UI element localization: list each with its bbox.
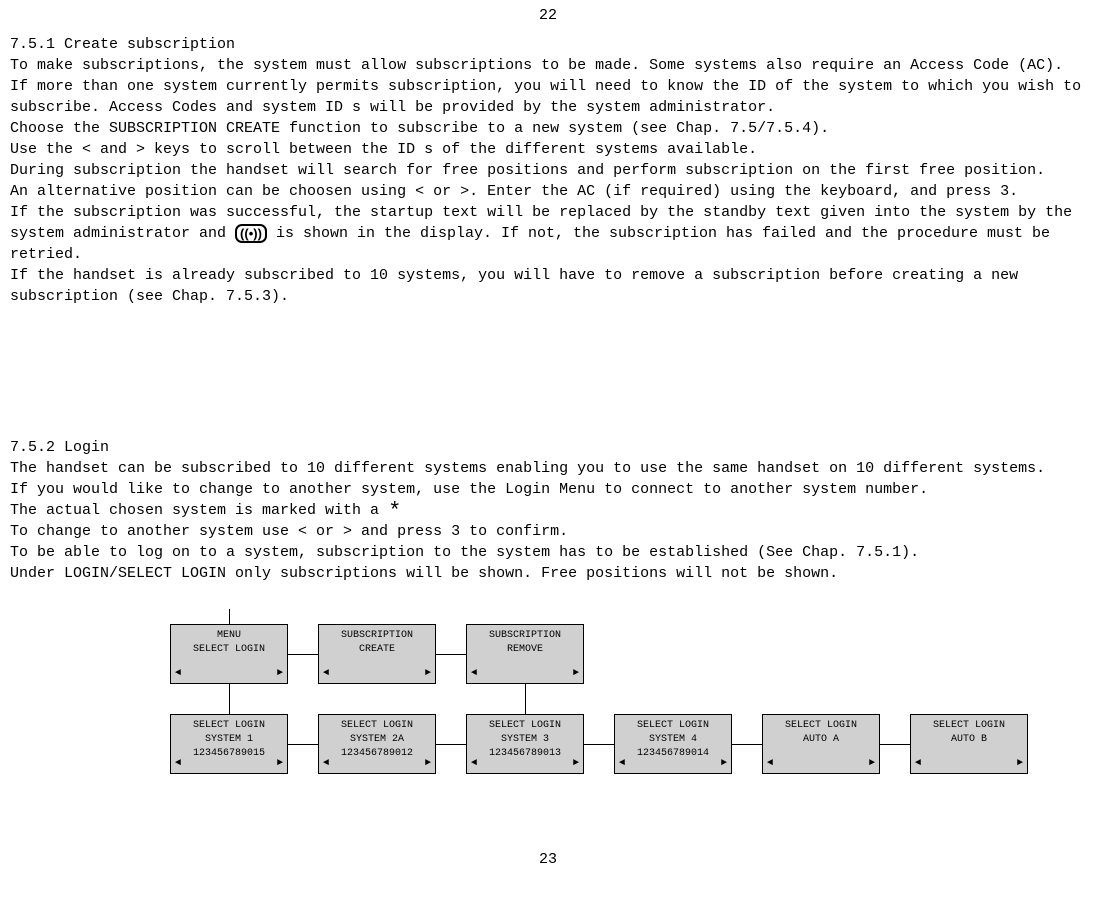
s2-p3a: The actual chosen system is marked with … <box>10 502 388 519</box>
screen-line: SELECT LOGIN <box>467 719 583 733</box>
screen-sys3: SELECT LOGIN SYSTEM 3 123456789013 ◄► <box>466 714 584 774</box>
right-arrow-icon: ► <box>277 667 283 681</box>
screen-sys4: SELECT LOGIN SYSTEM 4 123456789014 ◄► <box>614 714 732 774</box>
screen-line: SELECT LOGIN <box>319 719 435 733</box>
right-arrow-icon: ► <box>1017 757 1023 771</box>
screen-line: CREATE <box>319 643 435 657</box>
s1-p4: During subscription the handset will sea… <box>10 160 1086 181</box>
right-arrow-icon: ► <box>573 667 579 681</box>
s1-p3: Use the < and > keys to scroll between t… <box>10 139 1086 160</box>
left-arrow-icon: ◄ <box>175 757 181 771</box>
screen-line: SELECT LOGIN <box>763 719 879 733</box>
s2-p1: The handset can be subscribed to 10 diff… <box>10 458 1086 479</box>
screen-sys2a: SELECT LOGIN SYSTEM 2A 123456789012 ◄► <box>318 714 436 774</box>
left-arrow-icon: ◄ <box>915 757 921 771</box>
screen-line: SYSTEM 4 <box>615 733 731 747</box>
s1-p5: An alternative position can be choosen u… <box>10 181 1086 202</box>
s1-p6: If the subscription was successful, the … <box>10 202 1086 265</box>
screen-line: SUBSCRIPTION <box>319 629 435 643</box>
page-number-bottom: 23 <box>10 849 1086 870</box>
screen-create: SUBSCRIPTION CREATE ◄ ► <box>318 624 436 684</box>
menu-diagram: MENU SELECT LOGIN ◄ ► SUBSCRIPTION CREATE… <box>170 609 1086 829</box>
left-arrow-icon: ◄ <box>323 667 329 681</box>
screen-line: SELECT LOGIN <box>615 719 731 733</box>
signal-icon: ((•)) <box>235 224 267 243</box>
screen-line: SELECT LOGIN <box>171 719 287 733</box>
page-number-top: 22 <box>10 5 1086 26</box>
s2-p4: To change to another system use < or > a… <box>10 521 1086 542</box>
s2-p3: The actual chosen system is marked with … <box>10 500 1086 521</box>
screen-line: SELECT LOGIN <box>171 643 287 657</box>
left-arrow-icon: ◄ <box>767 757 773 771</box>
section-752-title: 7.5.2 Login <box>10 437 1086 458</box>
s2-p2: If you would like to change to another s… <box>10 479 1086 500</box>
left-arrow-icon: ◄ <box>323 757 329 771</box>
screen-line: MENU <box>171 629 287 643</box>
screen-line: AUTO A <box>763 733 879 747</box>
left-arrow-icon: ◄ <box>471 667 477 681</box>
right-arrow-icon: ► <box>573 757 579 771</box>
screen-line: SYSTEM 2A <box>319 733 435 747</box>
left-arrow-icon: ◄ <box>619 757 625 771</box>
left-arrow-icon: ◄ <box>175 667 181 681</box>
screen-line: SUBSCRIPTION <box>467 629 583 643</box>
left-arrow-icon: ◄ <box>471 757 477 771</box>
s2-p6: Under LOGIN/SELECT LOGIN only subscripti… <box>10 563 1086 584</box>
screen-line: SELECT LOGIN <box>911 719 1027 733</box>
screen-menu: MENU SELECT LOGIN ◄ ► <box>170 624 288 684</box>
screen-line: SYSTEM 1 <box>171 733 287 747</box>
section-751-title: 7.5.1 Create subscription <box>10 34 1086 55</box>
right-arrow-icon: ► <box>425 757 431 771</box>
screen-line: AUTO B <box>911 733 1027 747</box>
screen-remove: SUBSCRIPTION REMOVE ◄ ► <box>466 624 584 684</box>
s1-p1: To make subscriptions, the system must a… <box>10 55 1086 118</box>
screen-autoa: SELECT LOGIN AUTO A ◄ ► <box>762 714 880 774</box>
right-arrow-icon: ► <box>869 757 875 771</box>
s2-p5: To be able to log on to a system, subscr… <box>10 542 1086 563</box>
s1-p7: If the handset is already subscribed to … <box>10 265 1086 307</box>
screen-sys1: SELECT LOGIN SYSTEM 1 123456789015 ◄► <box>170 714 288 774</box>
star-icon: * <box>388 507 401 517</box>
screen-autob: SELECT LOGIN AUTO B ◄ ► <box>910 714 1028 774</box>
s1-p2: Choose the SUBSCRIPTION CREATE function … <box>10 118 1086 139</box>
right-arrow-icon: ► <box>277 757 283 771</box>
screen-line: REMOVE <box>467 643 583 657</box>
screen-line: SYSTEM 3 <box>467 733 583 747</box>
right-arrow-icon: ► <box>721 757 727 771</box>
right-arrow-icon: ► <box>425 667 431 681</box>
